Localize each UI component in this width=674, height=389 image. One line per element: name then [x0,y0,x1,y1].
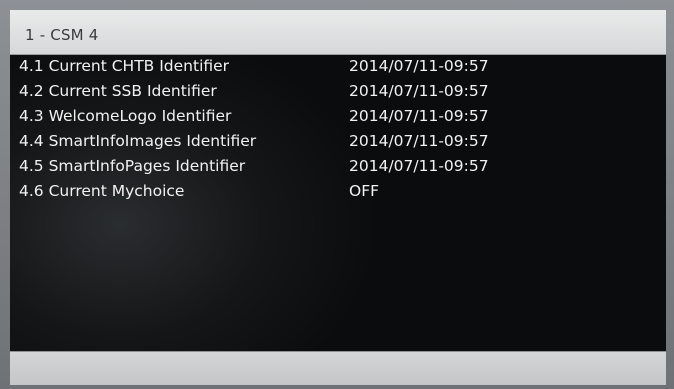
list-item-value: 2014/07/11-09:57 [349,157,489,175]
list-item-label: 4.2 Current SSB Identifier [19,82,217,100]
list-item-label: 4.3 WelcomeLogo Identifier [19,107,232,125]
list-item-value: 2014/07/11-09:57 [349,82,489,100]
list-item-label: 4.5 SmartInfoPages Identifier [19,157,246,175]
list-item-value: OFF [349,182,380,200]
tv-bezel: 1 - CSM 4 4.1 Current CHTB Identifier 20… [0,0,674,389]
list-item-current-chtb-identifier[interactable]: 4.1 Current CHTB Identifier 2014/07/11-0… [10,57,666,79]
list-item-label: 4.1 Current CHTB Identifier [19,57,230,75]
list-item-label: 4.4 SmartInfoImages Identifier [19,132,257,150]
menu-header: 1 - CSM 4 [10,10,666,55]
menu-footer [10,351,666,385]
info-list: 4.1 Current CHTB Identifier 2014/07/11-0… [10,55,666,351]
menu-title: 1 - CSM 4 [25,26,99,44]
list-item-current-ssb-identifier[interactable]: 4.2 Current SSB Identifier 2014/07/11-09… [10,82,666,104]
list-item-current-mychoice[interactable]: 4.6 Current Mychoice OFF [10,182,666,204]
list-item-label: 4.6 Current Mychoice [19,182,185,200]
list-item-value: 2014/07/11-09:57 [349,57,489,75]
list-item-smartinfopages-identifier[interactable]: 4.5 SmartInfoPages Identifier 2014/07/11… [10,157,666,179]
tv-screen: 1 - CSM 4 4.1 Current CHTB Identifier 20… [10,10,666,385]
list-item-welcomelogo-identifier[interactable]: 4.3 WelcomeLogo Identifier 2014/07/11-09… [10,107,666,129]
list-item-value: 2014/07/11-09:57 [349,107,489,125]
list-item-smartinfoimages-identifier[interactable]: 4.4 SmartInfoImages Identifier 2014/07/1… [10,132,666,154]
list-item-value: 2014/07/11-09:57 [349,132,489,150]
